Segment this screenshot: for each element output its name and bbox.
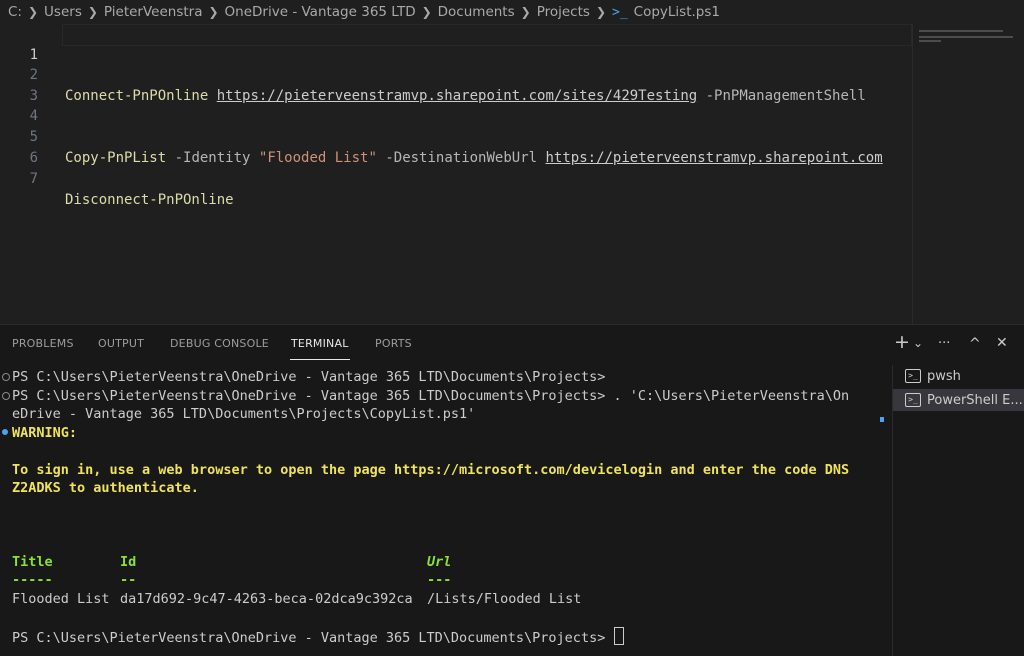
terminal-warning-text: To sign in, use a web browser to open th… (12, 462, 850, 478)
table-dash-id: -- (120, 572, 137, 588)
panel-tabs: PROBLEMS OUTPUT DEBUG CONSOLE TERMINAL P… (0, 325, 1024, 363)
terminal-icon: >_ (905, 393, 921, 407)
terminal-prompt: PS C:\Users\PieterVeenstra\OneDrive - Va… (12, 630, 606, 646)
tab-problems[interactable]: PROBLEMS (12, 337, 74, 350)
close-panel-icon[interactable]: ✕ (996, 335, 1008, 351)
chevron-right-icon: ❯ (208, 5, 219, 19)
code-line-5[interactable]: 5 Copy-PnPList -Identity "Flooded List" … (0, 106, 912, 166)
tab-ports[interactable]: PORTS (375, 337, 412, 350)
terminal-item-pwsh[interactable]: >_ pwsh (893, 365, 1024, 387)
terminal-line: PS C:\Users\PieterVeenstra\OneDrive - Va… (12, 388, 850, 404)
cmdlet-token: Disconnect-PnPOnline (65, 192, 234, 208)
command-decoration-icon[interactable] (2, 429, 8, 435)
terminal-cursor (614, 627, 625, 645)
more-actions-icon[interactable]: ··· (938, 336, 950, 351)
terminal-scrollbar[interactable] (880, 417, 884, 422)
breadcrumb-user[interactable]: PieterVeenstra (104, 4, 203, 20)
new-terminal-icon[interactable]: + (894, 331, 910, 353)
line-number: 7 (29, 171, 38, 187)
terminal-prompt-line[interactable]: PS C:\Users\PieterVeenstra\OneDrive - Va… (12, 627, 625, 648)
breadcrumb-users[interactable]: Users (44, 4, 82, 20)
tab-debug-console[interactable]: DEBUG CONSOLE (170, 337, 269, 350)
minimap-line (919, 36, 1013, 38)
chevron-right-icon: ❯ (595, 5, 606, 19)
breadcrumb-file[interactable]: CopyList.ps1 (634, 4, 720, 20)
code-line-7[interactable]: 7 Disconnect-PnPOnline (0, 148, 912, 208)
chevron-right-icon: ❯ (27, 5, 39, 19)
code-line-2[interactable]: 2 Connect-PnPOnline https://pieterveenst… (0, 44, 912, 104)
current-line-highlight (62, 24, 912, 46)
breadcrumb-onedrive[interactable]: OneDrive - Vantage 365 LTD (225, 4, 416, 20)
code-line-3[interactable]: 3 (0, 65, 912, 104)
terminal-line: eDrive - Vantage 365 LTD\Documents\Proje… (12, 406, 476, 422)
table-header-title: Title (12, 554, 53, 570)
terminal-warning-text: Z2ADKS to authenticate. (12, 480, 199, 496)
chevron-right-icon: ❯ (421, 5, 432, 19)
code-line-4[interactable]: 4 (0, 85, 912, 124)
chevron-right-icon: ❯ (520, 5, 531, 19)
table-cell-url: /Lists/Flooded List (427, 591, 582, 607)
command-decoration-icon[interactable] (2, 373, 10, 381)
active-tab-indicator (290, 359, 350, 360)
tab-output[interactable]: OUTPUT (98, 337, 144, 350)
chevron-down-icon[interactable]: ⌄ (913, 336, 923, 350)
code-line-1[interactable]: 1 (0, 24, 912, 63)
terminal-item-powershell-extension[interactable]: >_ PowerShell E... (893, 389, 1024, 411)
breadcrumb-projects[interactable]: Projects (537, 4, 590, 20)
table-header-id: Id (120, 554, 137, 570)
terminal-icon: >_ (905, 369, 921, 383)
table-header-url: Url (427, 554, 452, 570)
terminal-warning: WARNING: (12, 425, 78, 441)
terminal-list: >_ pwsh >_ PowerShell E... (892, 365, 1024, 656)
terminal-item-label: PowerShell E... (927, 392, 1023, 408)
breadcrumb-drive[interactable]: C: (8, 4, 22, 20)
maximize-panel-icon[interactable]: ^ (969, 336, 981, 352)
minimap-line (919, 40, 941, 42)
terminal-item-label: pwsh (927, 368, 961, 384)
tab-terminal[interactable]: TERMINAL (291, 337, 349, 350)
command-decoration-icon[interactable] (2, 392, 10, 400)
code-editor[interactable]: 1 2 Connect-PnPOnline https://pieterveen… (0, 24, 1024, 324)
breadcrumb-documents[interactable]: Documents (438, 4, 515, 20)
minimap[interactable] (912, 24, 1024, 324)
terminal-line: PS C:\Users\PieterVeenstra\OneDrive - Va… (12, 369, 606, 385)
bottom-panel: PROBLEMS OUTPUT DEBUG CONSOLE TERMINAL P… (0, 324, 1024, 656)
table-dash-url: --- (427, 572, 452, 588)
table-dash-title: ----- (12, 572, 53, 588)
terminal-output[interactable]: PS C:\Users\PieterVeenstra\OneDrive - Va… (0, 365, 880, 656)
breadcrumb: C: ❯ Users ❯ PieterVeenstra ❯ OneDrive -… (0, 0, 1024, 24)
table-cell-title: Flooded List (12, 591, 110, 607)
table-cell-id: da17d692-9c47-4263-beca-02dca9c392ca (120, 591, 413, 607)
minimap-line (919, 30, 1003, 32)
chevron-right-icon: ❯ (87, 5, 98, 19)
powershell-file-icon: >_ (612, 4, 628, 20)
code-line-6[interactable]: 6 (0, 127, 912, 166)
